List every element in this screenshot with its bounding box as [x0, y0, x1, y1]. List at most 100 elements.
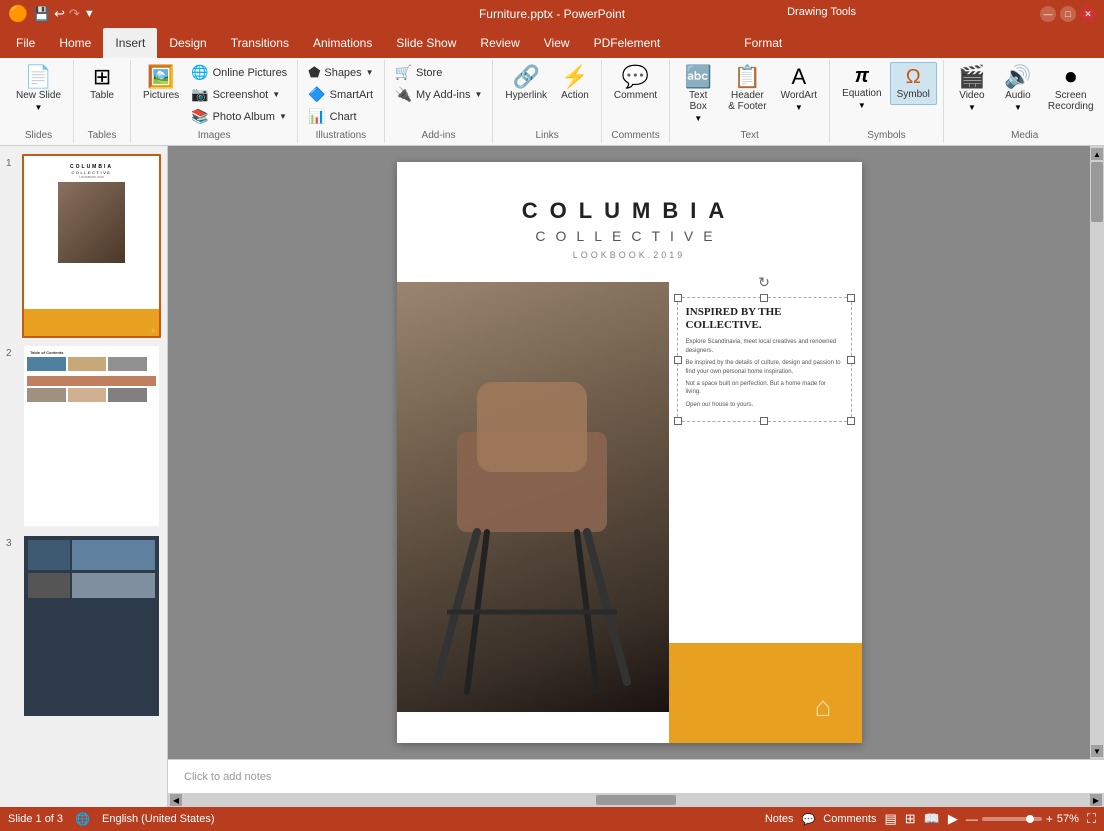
- tab-review[interactable]: Review: [468, 28, 531, 58]
- handle-top-middle[interactable]: [760, 294, 768, 302]
- zoom-slider[interactable]: [982, 817, 1042, 821]
- text-box-button[interactable]: 🔤 TextBox ▼: [676, 62, 720, 127]
- slide-thumb-1[interactable]: 1 COLUMBIA COLLECTIVE LOOKBOOK.2019 ⌂: [6, 154, 161, 338]
- slide-thumb-3[interactable]: 3: [6, 534, 161, 718]
- scroll-right-button[interactable]: ▶: [1090, 794, 1102, 806]
- slide-preview-1[interactable]: COLUMBIA COLLECTIVE LOOKBOOK.2019 ⌂: [22, 154, 161, 338]
- chart-button[interactable]: 📊 Chart: [304, 106, 377, 127]
- symbol-button[interactable]: Ω Symbol: [890, 62, 937, 105]
- scroll-up-button[interactable]: ▲: [1091, 148, 1103, 160]
- save-icon[interactable]: 💾: [34, 6, 50, 22]
- slide-text-box[interactable]: ↻ INSPIRED BY THE COLLECTIVE. Explore Sc…: [677, 297, 852, 422]
- s2-toc-title: Table of Contents: [24, 346, 159, 357]
- online-pictures-button[interactable]: 🌐 Online Pictures: [187, 62, 291, 83]
- close-button[interactable]: ✕: [1080, 6, 1096, 22]
- header-footer-button[interactable]: 📋 Header& Footer: [722, 62, 772, 116]
- handle-middle-left[interactable]: [674, 356, 682, 364]
- zoom-control[interactable]: — + 57%: [966, 812, 1079, 826]
- screenshot-button[interactable]: 📷 Screenshot ▼: [187, 84, 291, 105]
- tab-insert[interactable]: Insert: [103, 28, 157, 58]
- slideshow-icon[interactable]: ▶: [948, 811, 958, 827]
- tab-view[interactable]: View: [532, 28, 582, 58]
- table-button[interactable]: ⊞ Table: [80, 62, 124, 105]
- canvas-area[interactable]: COLUMBIA COLLECTIVE LOOKBOOK.2019: [168, 146, 1090, 759]
- s3-row2: [28, 573, 155, 598]
- wordart-label: WordArt: [781, 90, 818, 101]
- pictures-button[interactable]: 🖼️ Pictures: [137, 62, 185, 105]
- zoom-slider-thumb[interactable]: [1026, 815, 1034, 823]
- action-icon: ⚡: [561, 66, 588, 88]
- my-addins-button[interactable]: 🔌 My Add-ins ▼: [391, 84, 487, 105]
- undo-icon[interactable]: ↩: [54, 6, 65, 22]
- slide-logo-mark: ⌂: [815, 691, 832, 723]
- customize-icon[interactable]: ▼: [84, 8, 95, 20]
- slide-sorter-icon[interactable]: ⊞: [905, 811, 916, 827]
- ribbon-group-images: 🖼️ Pictures 🌐 Online Pictures 📷 Screensh…: [131, 60, 298, 143]
- notes-button[interactable]: Notes: [765, 813, 794, 825]
- comments-label[interactable]: Comments: [823, 813, 876, 825]
- photo-album-button[interactable]: 📚 Photo Album ▼: [187, 106, 291, 127]
- hyperlink-button[interactable]: 🔗 Hyperlink: [499, 62, 553, 105]
- s2-img-3: [108, 357, 147, 371]
- tab-animations[interactable]: Animations: [301, 28, 384, 58]
- zoom-out-icon[interactable]: —: [966, 812, 978, 826]
- normal-view-icon[interactable]: ▤: [884, 811, 896, 827]
- text-box-heading: INSPIRED BY THE COLLECTIVE.: [686, 306, 843, 332]
- comment-button[interactable]: 💬 Comment: [608, 62, 663, 105]
- slide-thumb-2[interactable]: 2 Table of Contents: [6, 344, 161, 528]
- handle-middle-right[interactable]: [847, 356, 855, 364]
- fit-slide-icon[interactable]: ⛶: [1087, 811, 1096, 827]
- screenshot-icon: 📷: [191, 86, 208, 103]
- main-area: 1 COLUMBIA COLLECTIVE LOOKBOOK.2019 ⌂ 2 …: [0, 146, 1104, 807]
- notes-area[interactable]: Click to add notes: [168, 759, 1104, 793]
- zoom-in-icon[interactable]: +: [1046, 812, 1053, 826]
- minimize-button[interactable]: —: [1040, 6, 1056, 22]
- scroll-track[interactable]: [1090, 160, 1104, 745]
- rotate-handle[interactable]: ↻: [758, 274, 770, 291]
- slides-items: 📄 New Slide ▼: [10, 62, 67, 128]
- video-button[interactable]: 🎬 Video ▼: [950, 62, 994, 116]
- comments-group-label: Comments: [611, 128, 659, 141]
- s2-row2: [24, 388, 159, 402]
- scroll-thumb[interactable]: [1091, 162, 1103, 222]
- new-slide-button[interactable]: 📄 New Slide ▼: [10, 62, 67, 116]
- scroll-down-button[interactable]: ▼: [1091, 745, 1103, 757]
- handle-top-left[interactable]: [674, 294, 682, 302]
- tab-slideshow[interactable]: Slide Show: [384, 28, 468, 58]
- audio-button[interactable]: 🔊 Audio ▼: [996, 62, 1040, 116]
- video-label: Video: [959, 90, 984, 101]
- handle-bottom-right[interactable]: [847, 417, 855, 425]
- slide-preview-2[interactable]: Table of Contents: [22, 344, 161, 528]
- new-slide-icon: 📄: [25, 66, 52, 88]
- reading-view-icon[interactable]: 📖: [924, 811, 940, 827]
- tab-design[interactable]: Design: [157, 28, 218, 58]
- action-button[interactable]: ⚡ Action: [555, 62, 595, 105]
- scroll-h-track[interactable]: [182, 793, 1090, 807]
- horizontal-scrollbar[interactable]: ◀ ▶: [168, 793, 1104, 807]
- vertical-scrollbar[interactable]: ▲ ▼: [1090, 146, 1104, 759]
- slide-preview-3[interactable]: [22, 534, 161, 718]
- s1-year: LOOKBOOK.2019: [24, 175, 159, 179]
- handle-bottom-left[interactable]: [674, 417, 682, 425]
- scroll-h-thumb[interactable]: [596, 795, 676, 805]
- redo-icon[interactable]: ↷: [69, 6, 80, 22]
- maximize-button[interactable]: □: [1060, 6, 1076, 22]
- handle-bottom-middle[interactable]: [760, 417, 768, 425]
- shapes-button[interactable]: ⬟ Shapes ▼: [304, 62, 377, 83]
- tab-pdfelement[interactable]: PDFelement: [582, 28, 673, 58]
- store-button[interactable]: 🛒 Store: [391, 62, 487, 83]
- scroll-left-button[interactable]: ◀: [170, 794, 182, 806]
- links-items: 🔗 Hyperlink ⚡ Action: [499, 62, 594, 128]
- smartart-icon: 🔷: [308, 86, 325, 103]
- wordart-button[interactable]: A WordArt ▼: [775, 62, 824, 116]
- handle-top-right[interactable]: [847, 294, 855, 302]
- s1-title: COLUMBIA: [24, 156, 159, 170]
- tab-file[interactable]: File: [4, 28, 47, 58]
- equation-button[interactable]: π Equation ▼: [836, 62, 887, 114]
- screen-recording-button[interactable]: ⏺ ScreenRecording: [1042, 62, 1100, 116]
- tab-transitions[interactable]: Transitions: [219, 28, 301, 58]
- smartart-button[interactable]: 🔷 SmartArt: [304, 84, 377, 105]
- comments-button[interactable]: 💬: [802, 813, 816, 826]
- tab-home[interactable]: Home: [47, 28, 103, 58]
- tab-format[interactable]: Format: [732, 28, 794, 58]
